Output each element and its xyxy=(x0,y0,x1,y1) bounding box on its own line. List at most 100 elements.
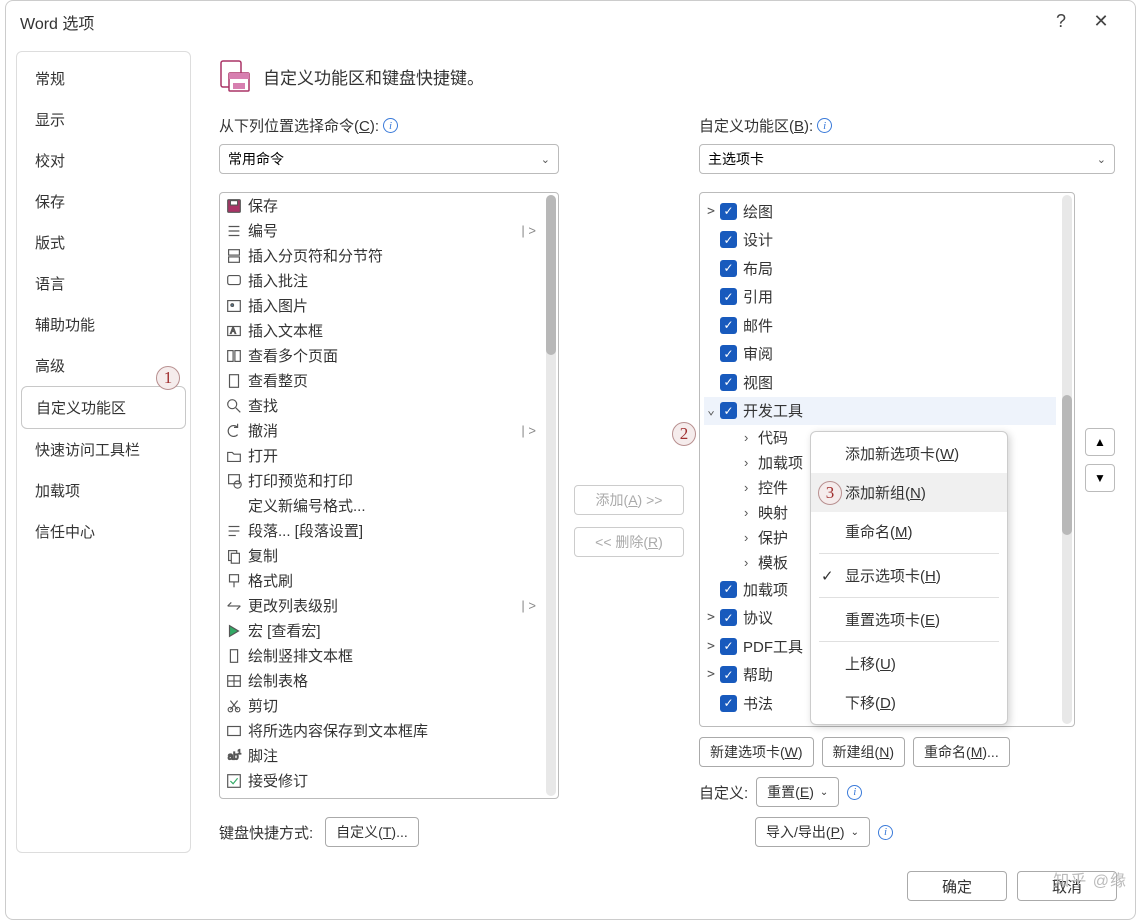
sidebar-item[interactable]: 版式 xyxy=(21,222,186,263)
tree-tab-item[interactable]: ✓视图 xyxy=(704,368,1056,397)
context-menu-item[interactable]: 重命名(M) xyxy=(811,512,1007,551)
checkbox-icon[interactable]: ✓ xyxy=(720,666,737,683)
checkbox-icon[interactable]: ✓ xyxy=(720,288,737,305)
checkbox-icon[interactable]: ✓ xyxy=(720,203,737,220)
command-item[interactable]: 插入图片 xyxy=(220,293,544,318)
command-item[interactable]: 复制 xyxy=(220,543,544,568)
sidebar-item[interactable]: 常规 xyxy=(21,58,186,99)
move-up-button[interactable]: ▲ xyxy=(1085,428,1115,456)
sidebar-item[interactable]: 语言 xyxy=(21,263,186,304)
command-item[interactable]: 打印预览和打印 xyxy=(220,468,544,493)
checkbox-icon[interactable]: ✓ xyxy=(720,609,737,626)
undo-icon xyxy=(224,421,244,441)
scrollbar-thumb[interactable] xyxy=(546,195,556,355)
command-item[interactable]: 将所选内容保存到文本框库 xyxy=(220,718,544,743)
checkbox-icon[interactable]: ✓ xyxy=(720,581,737,598)
tree-tab-item[interactable]: ✓引用 xyxy=(704,283,1056,312)
new-group-button[interactable]: 新建组(N) xyxy=(822,737,905,767)
scrollbar[interactable] xyxy=(546,195,556,796)
command-item[interactable]: 查看整页 xyxy=(220,368,544,393)
command-item[interactable]: 宏 [查看宏] xyxy=(220,618,544,643)
checkbox-icon[interactable]: ✓ xyxy=(720,231,737,248)
remove-button[interactable]: << 删除(R) xyxy=(574,527,684,557)
command-item[interactable]: ab1脚注 xyxy=(220,743,544,768)
commands-from-combo[interactable]: 常用命令 ⌄ xyxy=(219,144,559,174)
add-button[interactable]: 添加(A) >> xyxy=(574,485,684,515)
command-item[interactable]: 撤消| > xyxy=(220,418,544,443)
command-item[interactable]: 保存 xyxy=(220,193,544,218)
command-item[interactable]: 绘制表格 xyxy=(220,668,544,693)
context-menu-item[interactable]: ✓显示选项卡(H) xyxy=(811,556,1007,595)
import-export-button[interactable]: 导入/导出(P)⌄ xyxy=(755,817,870,847)
command-item[interactable]: 段落... [段落设置] xyxy=(220,518,544,543)
expander-icon[interactable]: > xyxy=(704,204,718,219)
command-item[interactable]: 更改列表级别| > xyxy=(220,593,544,618)
info-icon[interactable]: i xyxy=(817,118,832,133)
sidebar-item[interactable]: 快速访问工具栏 xyxy=(21,429,186,470)
ribbon-tabs-combo[interactable]: 主选项卡 ⌄ xyxy=(699,144,1115,174)
command-item[interactable]: 格式刷 xyxy=(220,568,544,593)
sidebar-item[interactable]: 加载项 xyxy=(21,470,186,511)
checkbox-icon[interactable]: ✓ xyxy=(720,260,737,277)
context-menu-item[interactable]: 上移(U) xyxy=(811,644,1007,683)
sidebar-item[interactable]: 信任中心 xyxy=(21,511,186,552)
command-item[interactable]: 查看多个页面 xyxy=(220,343,544,368)
command-item[interactable]: 打开 xyxy=(220,443,544,468)
scrollbar-thumb[interactable] xyxy=(1062,395,1072,535)
command-item[interactable]: 编号| > xyxy=(220,218,544,243)
checkbox-icon[interactable]: ✓ xyxy=(720,402,737,419)
ok-button[interactable]: 确定 xyxy=(907,871,1007,901)
expander-icon[interactable]: › xyxy=(744,505,758,520)
expander-icon[interactable]: > xyxy=(704,639,718,654)
command-item[interactable]: 查找 xyxy=(220,393,544,418)
tree-tab-item[interactable]: ✓设计 xyxy=(704,226,1056,255)
expander-icon[interactable]: › xyxy=(744,530,758,545)
checkbox-icon[interactable]: ✓ xyxy=(720,345,737,362)
checkbox-icon[interactable]: ✓ xyxy=(720,374,737,391)
expander-icon[interactable]: > xyxy=(704,610,718,625)
sidebar-item[interactable]: 辅助功能 xyxy=(21,304,186,345)
tree-tab-item[interactable]: >✓绘图 xyxy=(704,197,1056,226)
expander-icon[interactable]: › xyxy=(744,555,758,570)
help-icon[interactable]: ? xyxy=(1041,11,1081,32)
command-item[interactable]: A插入文本框 xyxy=(220,318,544,343)
scrollbar[interactable] xyxy=(1062,195,1072,724)
checkbox-icon[interactable]: ✓ xyxy=(720,695,737,712)
rename-button[interactable]: 重命名(M)... xyxy=(913,737,1010,767)
tree-tab-item[interactable]: ✓邮件 xyxy=(704,311,1056,340)
info-icon[interactable]: i xyxy=(847,785,862,800)
checkbox-icon[interactable]: ✓ xyxy=(720,317,737,334)
new-tab-button[interactable]: 新建选项卡(W) xyxy=(699,737,814,767)
info-icon[interactable]: i xyxy=(383,118,398,133)
expander-icon[interactable]: › xyxy=(744,430,758,445)
expander-icon[interactable]: › xyxy=(744,455,758,470)
sidebar-item[interactable]: 校对 xyxy=(21,140,186,181)
command-item[interactable]: 插入分页符和分节符 xyxy=(220,243,544,268)
command-item[interactable]: 剪切 xyxy=(220,693,544,718)
reset-button[interactable]: 重置(E)⌄ xyxy=(756,777,839,807)
expander-icon[interactable]: › xyxy=(744,480,758,495)
command-item[interactable]: 接受修订 xyxy=(220,768,544,793)
tree-tab-item[interactable]: ✓审阅 xyxy=(704,340,1056,369)
tree-tab-item[interactable]: ✓布局 xyxy=(704,254,1056,283)
command-label: 定义新编号格式... xyxy=(248,495,540,516)
sidebar-item[interactable]: 自定义功能区 xyxy=(21,386,186,429)
move-down-button[interactable]: ▼ xyxy=(1085,464,1115,492)
context-menu-item[interactable]: 添加新选项卡(W) xyxy=(811,434,1007,473)
context-menu-item[interactable]: 重置选项卡(E) xyxy=(811,600,1007,639)
checkbox-icon[interactable]: ✓ xyxy=(720,638,737,655)
sidebar-item[interactable]: 保存 xyxy=(21,181,186,222)
expander-icon[interactable]: ⌄ xyxy=(704,403,718,418)
command-item[interactable]: 绘制竖排文本框 xyxy=(220,643,544,668)
command-item[interactable]: 插入批注 xyxy=(220,268,544,293)
customize-keyboard-button[interactable]: 自定义(T)... xyxy=(325,817,419,847)
annotation-badge-2: 2 xyxy=(672,422,696,446)
command-item[interactable]: 定义新编号格式... xyxy=(220,493,544,518)
info-icon[interactable]: i xyxy=(878,825,893,840)
commands-listbox[interactable]: 保存编号| >插入分页符和分节符插入批注插入图片A插入文本框查看多个页面查看整页… xyxy=(219,192,559,799)
context-menu-item[interactable]: 下移(D) xyxy=(811,683,1007,722)
sidebar-item[interactable]: 显示 xyxy=(21,99,186,140)
expander-icon[interactable]: > xyxy=(704,667,718,682)
tree-tab-developer[interactable]: ⌄✓开发工具 xyxy=(704,397,1056,426)
close-icon[interactable]: ✕ xyxy=(1081,11,1121,32)
